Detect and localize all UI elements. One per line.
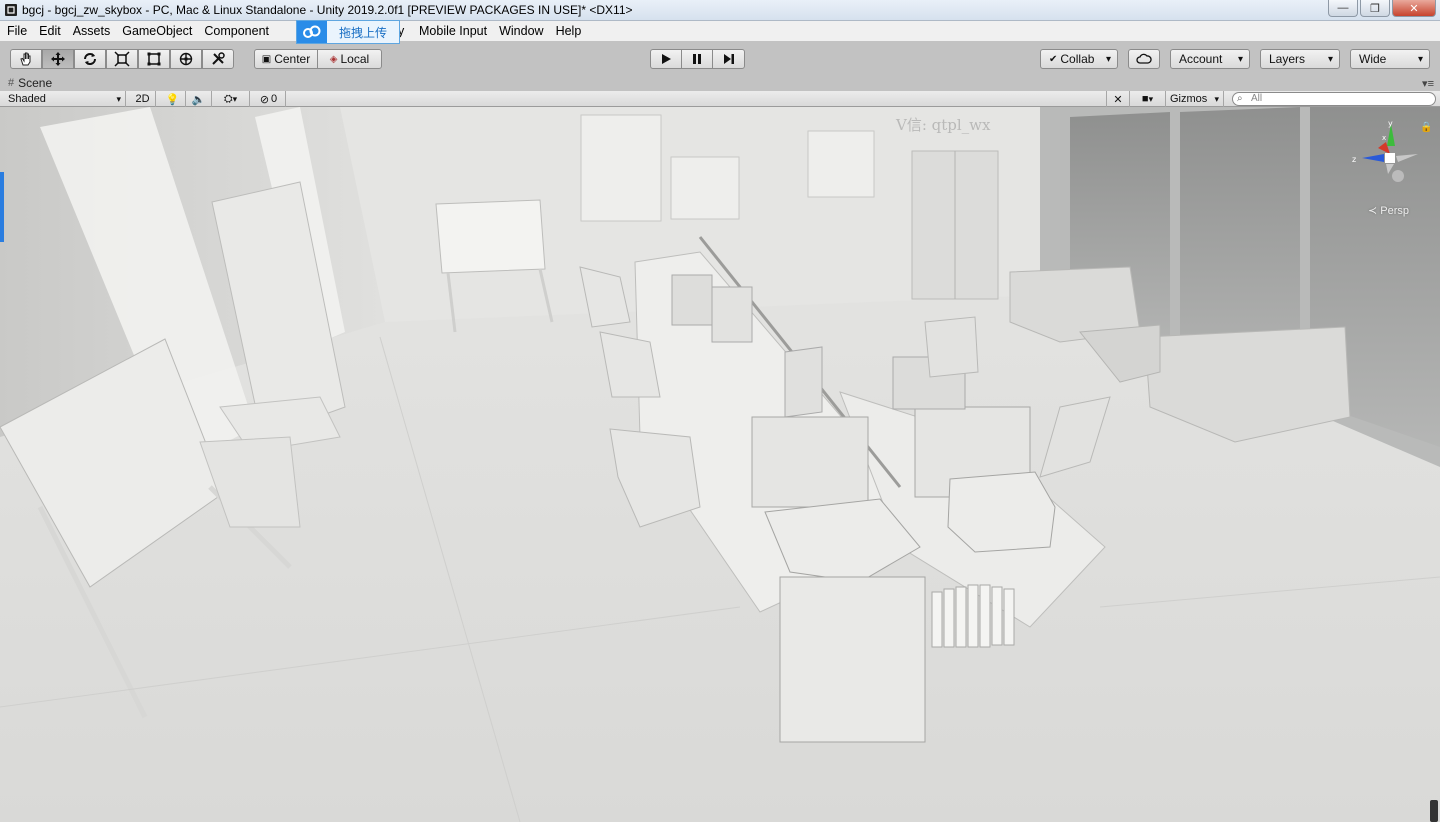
minimize-button[interactable]: — <box>1328 0 1358 17</box>
window-title-bar: bgcj - bgcj_zw_skybox - PC, Mac & Linux … <box>0 0 1440 21</box>
layout-label: Wide <box>1359 52 1387 66</box>
left-edge-accent <box>0 172 4 242</box>
menu-bar: File Edit Assets GameObject Component <box>0 21 1440 41</box>
window-title: bgcj - bgcj_zw_skybox - PC, Mac & Linux … <box>22 3 633 17</box>
scene-viewport[interactable] <box>0 107 1440 822</box>
cloud-icon <box>1136 53 1152 64</box>
menu-window[interactable]: Window <box>493 21 549 41</box>
menu-assets[interactable]: Assets <box>67 21 117 41</box>
tools-icon: ✕ <box>1113 93 1123 106</box>
rotate-tool-button[interactable] <box>74 49 106 69</box>
effects-dropdown[interactable]: ⛭ ▾ <box>212 91 250 107</box>
watermark-text: V信: qtpl_wx <box>896 116 991 134</box>
move-tool-button[interactable] <box>42 49 74 69</box>
check-icon: ✔ <box>1049 53 1058 65</box>
transform-icon <box>179 52 193 66</box>
custom-tool-button[interactable] <box>202 49 234 69</box>
chevron-down-icon: ▾ <box>1214 93 1219 104</box>
rect-tool-button[interactable] <box>138 49 170 69</box>
effects-icon: ⛭ <box>223 92 233 105</box>
chevron-down-icon: ▾ <box>116 93 121 104</box>
upload-label: 拖拽上传 <box>338 25 387 40</box>
step-icon <box>723 54 734 64</box>
scene-hash-icon: # <box>8 77 15 89</box>
search-placeholder: All <box>1251 93 1263 104</box>
space-label: Local <box>340 52 370 66</box>
scale-icon <box>114 51 130 67</box>
close-button[interactable]: ✕ <box>1392 0 1436 17</box>
camera-icon: ■ <box>1141 93 1149 105</box>
cloud-services-button[interactable] <box>1128 49 1160 69</box>
audio-toggle[interactable]: 🔈 <box>186 91 212 107</box>
projection-label[interactable]: ≺ Persp <box>1368 204 1409 217</box>
transform-tool-button[interactable] <box>170 49 202 69</box>
scene-tools-button[interactable]: ✕ <box>1106 91 1130 107</box>
chevron-down-icon: ▾ <box>1148 93 1154 104</box>
scrollbar-thumb[interactable] <box>1430 800 1438 822</box>
rotate-icon <box>84 53 96 65</box>
collab-dropdown[interactable]: ✔ Collab <box>1040 49 1118 69</box>
move-arrows-icon <box>51 52 65 66</box>
scene-tab[interactable]: # Scene ▾≡ <box>0 75 1440 91</box>
lock-icon[interactable]: 🔒 <box>1420 122 1432 133</box>
menu-mobile-input[interactable]: Mobile Input <box>413 21 493 41</box>
orientation-gizmo[interactable]: y z x <box>1348 118 1428 198</box>
cloud-upload-icon <box>297 21 327 43</box>
rect-transform-icon <box>147 52 161 66</box>
menu-file[interactable]: File <box>0 21 33 41</box>
office-scene-render <box>0 107 1440 822</box>
gizmos-label: Gizmos <box>1170 93 1208 105</box>
2d-toggle[interactable]: 2D <box>130 91 156 107</box>
hidden-objects-toggle[interactable]: ⊘ 0 <box>252 91 286 107</box>
pause-icon <box>693 54 701 64</box>
svg-text:z: z <box>1352 155 1356 164</box>
tab-menu-icon[interactable]: ▾≡ <box>1422 77 1434 90</box>
chevron-down-icon: ▾ <box>232 93 238 104</box>
layers-label: Layers <box>1269 52 1306 66</box>
play-button[interactable] <box>650 49 682 69</box>
camera-dropdown[interactable]: ■ ▾ <box>1130 91 1166 107</box>
layout-dropdown[interactable]: Wide <box>1350 49 1430 69</box>
svg-text:y: y <box>1388 119 1393 128</box>
local-cube-icon: ◈ <box>329 53 338 65</box>
scene-tab-label: Scene <box>18 76 53 90</box>
menu-gameobject[interactable]: GameObject <box>116 21 198 41</box>
shading-mode-dropdown[interactable]: Shaded ▾ <box>0 91 126 107</box>
layers-dropdown[interactable]: Layers <box>1260 49 1340 69</box>
lightbulb-icon: 💡 <box>165 93 180 106</box>
speaker-icon: 🔈 <box>191 93 206 106</box>
unity-app-icon <box>5 4 17 16</box>
maximize-button[interactable]: ❐ <box>1360 0 1390 17</box>
menu-edit[interactable]: Edit <box>33 21 67 41</box>
2d-label: 2D <box>135 93 150 105</box>
scale-tool-button[interactable] <box>106 49 138 69</box>
scene-toolbar: Shaded ▾ 2D 💡 🔈 ⛭ ▾ ⊘ 0 ✕ ■ ▾ Gizmos ▾ ⌕ A… <box>0 91 1440 107</box>
search-icon: ⌕ <box>1237 93 1243 104</box>
hand-tool-button[interactable] <box>10 49 42 69</box>
lighting-toggle[interactable]: 💡 <box>160 91 186 107</box>
eye-slash-icon: ⊘ <box>259 93 270 106</box>
upload-popup[interactable]: 拖拽上传 <box>296 20 400 44</box>
account-dropdown[interactable]: Account <box>1170 49 1250 69</box>
svg-text:x: x <box>1382 134 1386 142</box>
hand-icon <box>20 52 31 66</box>
hidden-count: 0 <box>271 93 278 105</box>
play-icon <box>662 54 671 64</box>
gizmos-dropdown[interactable]: Gizmos ▾ <box>1166 91 1224 107</box>
pivot-center-toggle[interactable]: ▣ Center <box>254 49 318 69</box>
scene-search-input[interactable]: ⌕ All <box>1232 92 1436 106</box>
tools-icon <box>212 52 225 65</box>
account-label: Account <box>1179 52 1223 66</box>
shading-mode-label: Shaded <box>8 93 46 105</box>
step-button[interactable] <box>712 49 745 69</box>
collab-label: Collab <box>1060 52 1095 66</box>
pause-button[interactable] <box>681 49 713 69</box>
pivot-label: Center <box>274 52 311 66</box>
main-toolbar: ▣ Center ◈ Local ✔ Collab Account Layers… <box>0 41 1440 75</box>
menu-component[interactable]: Component <box>198 21 275 41</box>
pivot-icon: ▣ <box>261 53 272 65</box>
menu-help[interactable]: Help <box>550 21 588 41</box>
space-local-toggle[interactable]: ◈ Local <box>317 49 382 69</box>
